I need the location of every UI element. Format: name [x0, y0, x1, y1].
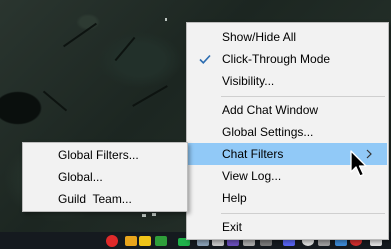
record-icon[interactable] [106, 235, 118, 247]
submenu-item-guild-team[interactable]: Guild Team... [24, 188, 186, 210]
menu-separator [221, 96, 385, 97]
menu-item-help[interactable]: Help [188, 187, 387, 209]
menu-item-label: Add Chat Window [222, 103, 319, 117]
chat-filters-submenu: Global Filters... Global... Guild Team..… [22, 142, 188, 212]
menu-item-exit[interactable]: Exit [188, 216, 387, 238]
menu-item-label: Help [222, 191, 247, 205]
film-icon[interactable] [125, 236, 137, 246]
menu-item-add-chat-window[interactable]: Add Chat Window [188, 99, 387, 121]
menu-item-label: Exit [222, 220, 243, 234]
menu-item-show-hide-all[interactable]: Show/Hide All [188, 26, 387, 48]
menu-item-label: View Log... [222, 169, 282, 183]
menu-item-global-settings[interactable]: Global Settings... [188, 121, 387, 143]
submenu-item-label: Global Filters... [58, 148, 139, 162]
mouse-pointer-icon [350, 150, 367, 177]
menu-item-label: Chat Filters [222, 147, 284, 161]
submenu-item-label: Guild Team... [58, 192, 132, 206]
nvidia-icon[interactable] [155, 236, 167, 246]
menu-item-label: Visibility... [222, 74, 275, 88]
menu-item-label: Global Settings... [222, 125, 314, 139]
submenu-item-label: Global... [58, 170, 103, 184]
submenu-item-global[interactable]: Global... [24, 166, 186, 188]
context-menu: Show/Hide All Click-Through Mode Visibil… [186, 22, 389, 240]
menu-separator [221, 213, 385, 214]
submenu-item-global-filters[interactable]: Global Filters... [24, 144, 186, 166]
menu-item-visibility[interactable]: Visibility... [188, 70, 387, 92]
menu-item-label: Click-Through Mode [222, 52, 331, 66]
menu-item-label: Show/Hide All [222, 30, 297, 44]
menu-item-click-through-mode[interactable]: Click-Through Mode [188, 48, 387, 70]
checkmark-icon [199, 54, 211, 64]
game-app-icon[interactable] [139, 236, 151, 246]
